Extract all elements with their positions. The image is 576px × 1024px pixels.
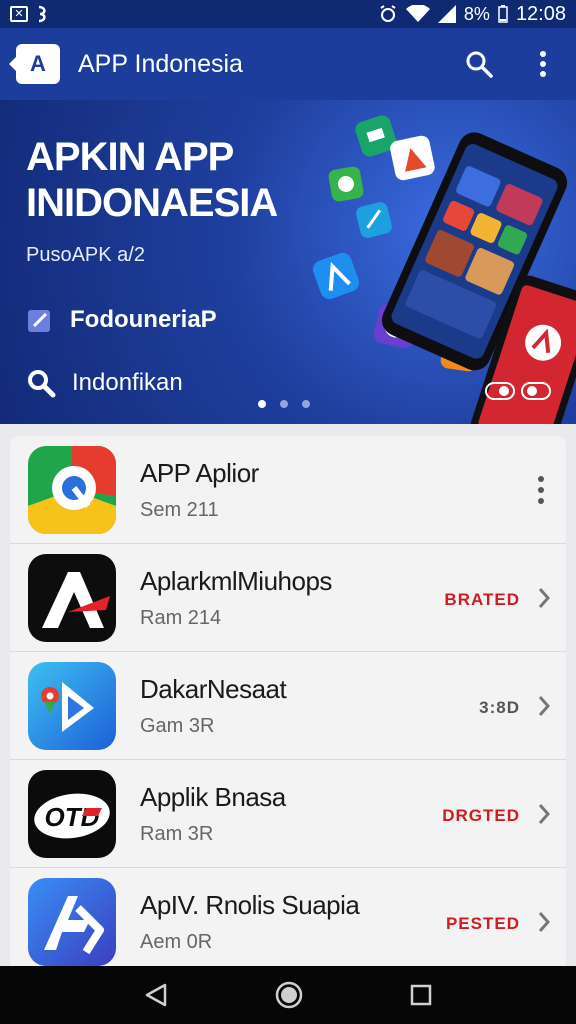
status-badge: 3:8D (479, 698, 520, 717)
carousel-toggle[interactable] (484, 380, 552, 402)
app-title: APP Indonesia (78, 49, 243, 78)
system-nav-bar (0, 966, 576, 1024)
chevron-right-icon (538, 588, 551, 608)
battery-icon (498, 5, 508, 23)
list-item[interactable]: OTD Applik Bnasa Ram 3R DRGTED (10, 760, 566, 868)
chevron-right-icon (538, 912, 551, 932)
signal-icon (437, 5, 456, 23)
status-bar: ✕ 8% 12:08 (0, 0, 576, 28)
kebab-menu-icon (540, 51, 546, 77)
app-logo[interactable]: A (9, 44, 60, 84)
search-button[interactable] (462, 47, 496, 81)
app-name: AplarkmlMiuhops (140, 565, 332, 596)
chevron-right-icon (538, 804, 551, 824)
app-meta: Aem 0R (140, 930, 213, 953)
map-pin-icon (28, 445, 116, 534)
list-item[interactable]: AplarkmlMiuhops Ram 214 BRATED (10, 544, 566, 652)
overflow-menu-button[interactable] (526, 47, 560, 81)
back-icon[interactable] (143, 982, 169, 1008)
chevron-right-icon (538, 696, 551, 716)
status-badge: DRGTED (442, 806, 520, 825)
svg-text:OTD: OTD (45, 802, 100, 832)
app-list: APP Aplior Sem 211 AplarkmlMiuhops Ram 2… (10, 436, 566, 966)
carousel-dot[interactable] (280, 400, 288, 408)
promo-banner[interactable]: APKIN APP INIDONAESIA PusoAPK a/2 Fodoun… (0, 100, 576, 424)
app-meta: Ram 3R (140, 822, 214, 845)
app-name: ApIV. Rnolis Suapia (140, 889, 360, 920)
banner-title-line1: APKIN APP (26, 135, 234, 179)
otd-logo-icon: OTD (28, 769, 116, 858)
app-name: APP Aplior (140, 457, 259, 488)
sync-icon (38, 5, 46, 23)
app-meta: Gam 3R (140, 714, 215, 737)
banner-search-label: Indonfikan (72, 369, 183, 396)
app-bar: A APP Indonesia (0, 28, 576, 100)
wifi-icon (405, 5, 430, 22)
clock: 12:08 (515, 2, 566, 25)
search-icon (466, 51, 493, 78)
toggle-icon (485, 382, 551, 400)
banner-title: APKIN APP INIDONAESIA (26, 134, 278, 226)
notification-icon: ✕ (10, 6, 28, 22)
alarm-icon (380, 5, 396, 22)
banner-link-1[interactable]: FodouneriaP (26, 306, 217, 334)
edit-icon (28, 310, 50, 332)
list-item[interactable]: ApIV. Rnolis Suapia Aem 0R PESTED (10, 868, 566, 966)
app-name: DakarNesaat (140, 673, 287, 704)
app-logo-letter: A (30, 51, 46, 76)
kebab-menu-icon[interactable] (534, 474, 548, 506)
app-name: Applik Bnasa (140, 781, 286, 812)
list-item[interactable]: APP Aplior Sem 211 (10, 436, 566, 544)
banner-search[interactable]: Indonfikan (26, 368, 183, 398)
status-badge: BRATED (444, 590, 520, 609)
a-logo-icon (28, 553, 116, 642)
app-meta: Ram 214 (140, 606, 222, 629)
carousel-dot[interactable] (302, 400, 310, 408)
banner-title-line2: INIDONAESIA (26, 181, 278, 225)
ad-logo-icon (28, 877, 116, 966)
status-badge: PESTED (445, 914, 520, 933)
carousel-dots (258, 400, 310, 408)
maps-d-icon (28, 661, 116, 750)
app-meta: Sem 211 (140, 498, 219, 521)
carousel-dot[interactable] (258, 400, 266, 408)
banner-link-1-label: FodouneriaP (70, 306, 217, 333)
search-icon (28, 370, 56, 398)
battery-level: 8% (463, 3, 490, 24)
list-item[interactable]: DakarNesaat Gam 3R 3:8D (10, 652, 566, 760)
recents-icon[interactable] (409, 983, 433, 1007)
home-icon[interactable] (274, 980, 304, 1010)
banner-subtitle: PusoAPK a/2 (26, 244, 145, 266)
